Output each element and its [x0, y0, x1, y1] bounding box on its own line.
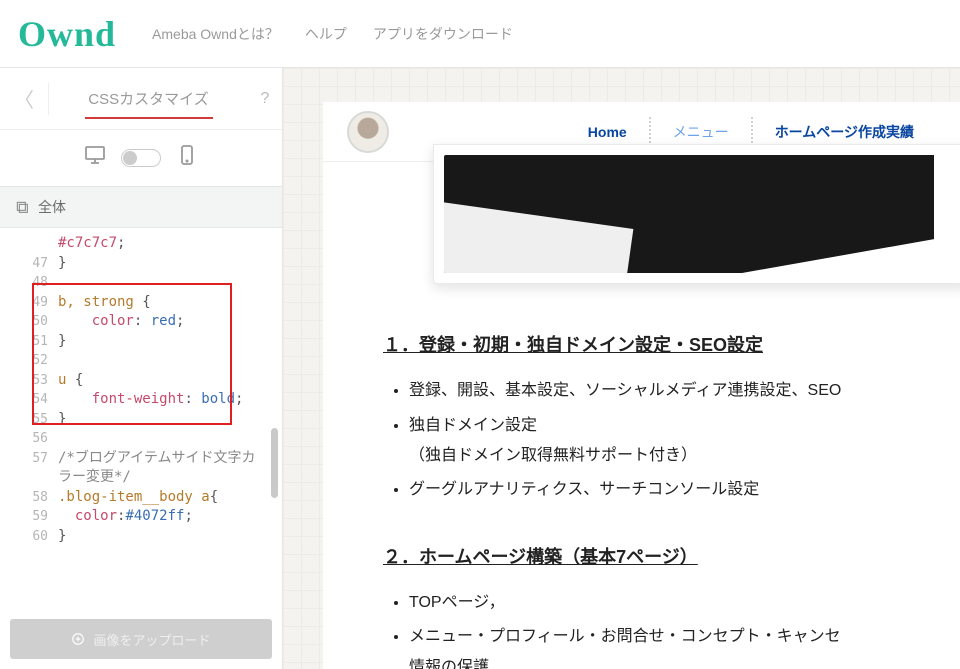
list-item: メニュー・プロフィール・お問合せ・コンセプト・キャンセ 情報の保護: [409, 622, 940, 669]
top-nav: Ameba Owndとは？ ヘルプ アプリをダウンロード: [152, 24, 513, 44]
code-line[interactable]: 51}: [0, 332, 282, 352]
help-button[interactable]: ?: [248, 90, 282, 108]
code-line[interactable]: 50 color: red;: [0, 312, 282, 332]
code-text[interactable]: color:#4072ff;: [58, 507, 193, 527]
section2-heading: ２．ホームページ構築（基本7ページ）: [383, 540, 940, 574]
line-number: 50: [0, 312, 58, 332]
list-item-text: 情報の保護: [409, 659, 489, 669]
list-item-text: （独自ドメイン取得無料サポート付き）: [409, 447, 697, 464]
sidebar: 〈 CSSカスタマイズ ? 全体 #c7c7c7;47}4849b, stron…: [0, 68, 283, 669]
code-line[interactable]: 48: [0, 273, 282, 293]
code-text[interactable]: }: [58, 254, 66, 274]
code-text[interactable]: b, strong {: [58, 293, 151, 313]
preview-canvas: Home メニュー ホームページ作成実績 １．登録・初期・独自ドメイン設定・SE…: [283, 68, 960, 669]
top-header: Ownd Ameba Owndとは？ ヘルプ アプリをダウンロード: [0, 0, 960, 68]
line-number: 58: [0, 488, 58, 508]
scrollbar-thumb[interactable]: [271, 428, 278, 498]
topnav-help[interactable]: ヘルプ: [305, 24, 347, 44]
line-number: 55: [0, 410, 58, 430]
list-item: グーグルアナリティクス、サーチコンソール設定: [409, 475, 940, 505]
desktop-icon[interactable]: [83, 143, 107, 173]
section1-list: 登録、開設、基本設定、ソーシャルメディア連携設定、SEO 独自ドメイン設定 （独…: [383, 376, 940, 506]
line-number: 56: [0, 429, 58, 449]
panel-title-label: 全体: [38, 197, 66, 217]
upload-label: 画像をアップロード: [93, 630, 210, 649]
upload-icon: [71, 632, 85, 646]
topnav-download[interactable]: アプリをダウンロード: [373, 24, 513, 44]
code-line[interactable]: 52: [0, 351, 282, 371]
code-line[interactable]: 58.blog-item__body a{: [0, 488, 282, 508]
code-line[interactable]: 47}: [0, 254, 282, 274]
code-text[interactable]: #c7c7c7;: [58, 234, 125, 254]
code-editor[interactable]: #c7c7c7;47}4849b, strong {50 color: red;…: [0, 228, 282, 609]
code-line[interactable]: 54 font-weight: bold;: [0, 390, 282, 410]
panel-title-row[interactable]: 全体: [0, 186, 282, 228]
list-item: 独自ドメイン設定 （独自ドメイン取得無料サポート付き）: [409, 411, 940, 472]
code-line[interactable]: 57/*ブログアイテムサイド文字カ: [0, 449, 282, 469]
code-line[interactable]: #c7c7c7;: [0, 234, 282, 254]
code-text[interactable]: ラー変更*/: [58, 468, 131, 488]
line-number: 47: [0, 254, 58, 274]
annotation-underline: [85, 117, 213, 119]
code-text[interactable]: }: [58, 332, 66, 352]
line-number: 59: [0, 507, 58, 527]
code-line[interactable]: 55}: [0, 410, 282, 430]
line-number: 57: [0, 449, 58, 469]
preview-page: Home メニュー ホームページ作成実績 １．登録・初期・独自ドメイン設定・SE…: [323, 102, 960, 669]
device-switcher: [0, 130, 282, 186]
line-number: 48: [0, 273, 58, 293]
code-text[interactable]: u {: [58, 371, 83, 391]
code-text[interactable]: .blog-item__body a{: [58, 488, 218, 508]
line-number: 60: [0, 527, 58, 547]
code-text[interactable]: }: [58, 527, 66, 547]
line-number: [0, 234, 58, 254]
sidebar-title: CSSカスタマイズ: [88, 91, 208, 108]
list-item-text: メニュー・プロフィール・お問合せ・コンセプト・キャンセ: [409, 628, 841, 645]
code-line[interactable]: 49b, strong {: [0, 293, 282, 313]
section2-list: TOPページ， メニュー・プロフィール・お問合せ・コンセプト・キャンセ 情報の保…: [383, 588, 940, 669]
line-number: 53: [0, 371, 58, 391]
layers-icon: [14, 199, 30, 215]
code-line[interactable]: ラー変更*/: [0, 468, 282, 488]
page-content: １．登録・初期・独自ドメイン設定・SEO設定 登録、開設、基本設定、ソーシャルメ…: [323, 302, 960, 669]
topnav-about[interactable]: Ameba Owndとは？: [152, 24, 279, 44]
section1-heading: １．登録・初期・独自ドメイン設定・SEO設定: [383, 328, 940, 362]
line-number: 54: [0, 390, 58, 410]
back-button[interactable]: 〈: [0, 84, 48, 113]
line-number: [0, 468, 58, 488]
logo[interactable]: Ownd: [18, 13, 116, 55]
device-toggle[interactable]: [121, 149, 161, 167]
code-line[interactable]: 56: [0, 429, 282, 449]
code-line[interactable]: 53u {: [0, 371, 282, 391]
code-text[interactable]: color: red;: [58, 312, 184, 332]
hero-image-card: [433, 144, 960, 284]
code-line[interactable]: 59 color:#4072ff;: [0, 507, 282, 527]
mobile-icon[interactable]: [175, 143, 199, 173]
line-number: 51: [0, 332, 58, 352]
list-item: 登録、開設、基本設定、ソーシャルメディア連携設定、SEO: [409, 376, 940, 406]
list-item-text: 独自ドメイン設定: [409, 417, 537, 434]
code-text[interactable]: }: [58, 410, 66, 430]
sidebar-header: 〈 CSSカスタマイズ ?: [0, 68, 282, 130]
code-line[interactable]: 60}: [0, 527, 282, 547]
code-text[interactable]: /*ブログアイテムサイド文字カ: [58, 449, 255, 469]
code-text[interactable]: font-weight: bold;: [58, 390, 243, 410]
avatar[interactable]: [347, 111, 389, 153]
line-number: 52: [0, 351, 58, 371]
list-item: TOPページ，: [409, 588, 940, 618]
line-number: 49: [0, 293, 58, 313]
upload-image-button[interactable]: 画像をアップロード: [10, 619, 272, 659]
